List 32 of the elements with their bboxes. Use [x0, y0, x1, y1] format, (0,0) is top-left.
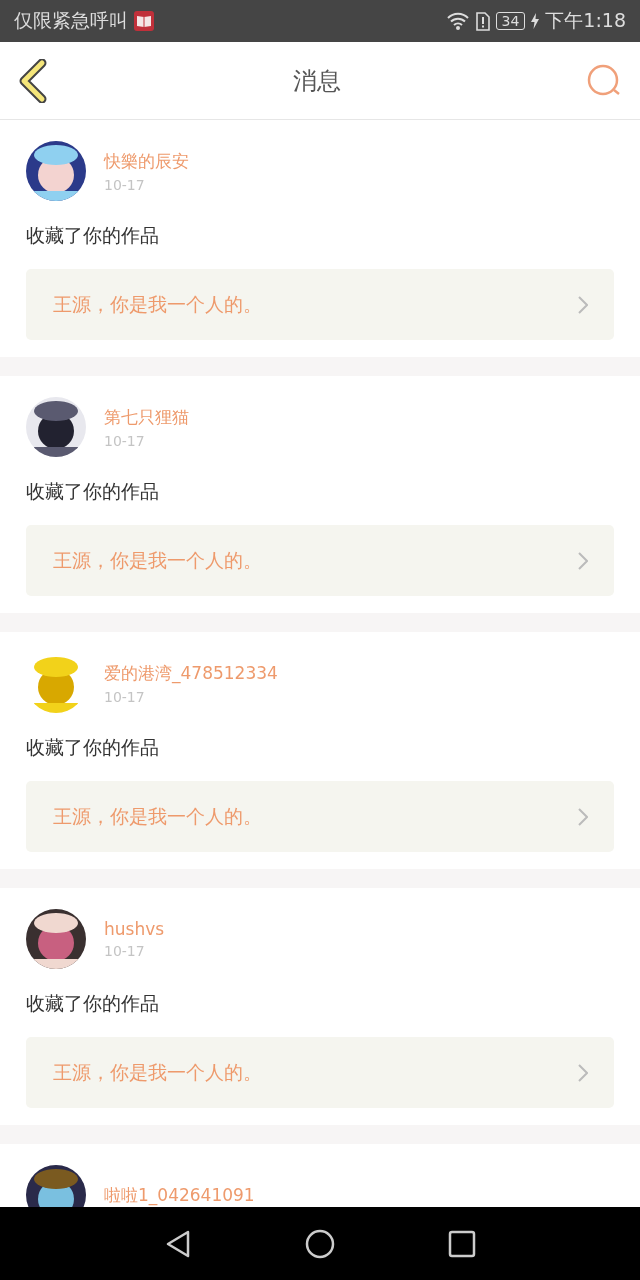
clock-time: 下午1:18 [545, 8, 626, 33]
message-text: 收藏了你的作品 [26, 735, 160, 760]
carrier-text: 仅限紧急呼叫 [14, 8, 128, 33]
page-title: 消息 [293, 65, 341, 97]
sim-alert-icon [475, 11, 490, 31]
user-name[interactable]: hushvs [104, 919, 165, 939]
work-link[interactable]: 王源，你是我一个人的。 [26, 1037, 614, 1108]
message-text: 收藏了你的作品 [26, 479, 160, 504]
user-name[interactable]: 第七只狸猫 [104, 405, 189, 429]
recents-nav-icon[interactable] [447, 1228, 477, 1259]
work-link[interactable]: 王源，你是我一个人的。 [26, 781, 614, 852]
work-link[interactable]: 王源，你是我一个人的。 [26, 269, 614, 340]
user-name[interactable]: 啦啦1_042641091 [104, 1183, 255, 1207]
user-name[interactable]: 快樂的辰安 [104, 149, 189, 173]
home-nav-icon[interactable] [305, 1228, 335, 1259]
back-icon[interactable] [18, 58, 48, 103]
wifi-icon [445, 11, 470, 31]
message-text: 收藏了你的作品 [26, 223, 160, 248]
book-icon [134, 11, 154, 31]
charging-icon [531, 13, 540, 29]
battery-indicator: 34 [495, 12, 526, 30]
message-date: 10-17 [104, 432, 146, 449]
chevron-icon [578, 807, 588, 826]
user-name[interactable]: 爱的港湾_478512334 [104, 661, 278, 685]
message-date: 10-17 [104, 688, 146, 705]
message-date: 10-17 [104, 943, 146, 959]
work-link[interactable]: 王源，你是我一个人的。 [26, 525, 614, 596]
message-text: 收藏了你的作品 [26, 991, 160, 1016]
chevron-icon [578, 1063, 588, 1082]
chevron-icon [578, 551, 588, 570]
chevron-icon [578, 295, 588, 314]
message-date: 10-17 [104, 176, 146, 193]
